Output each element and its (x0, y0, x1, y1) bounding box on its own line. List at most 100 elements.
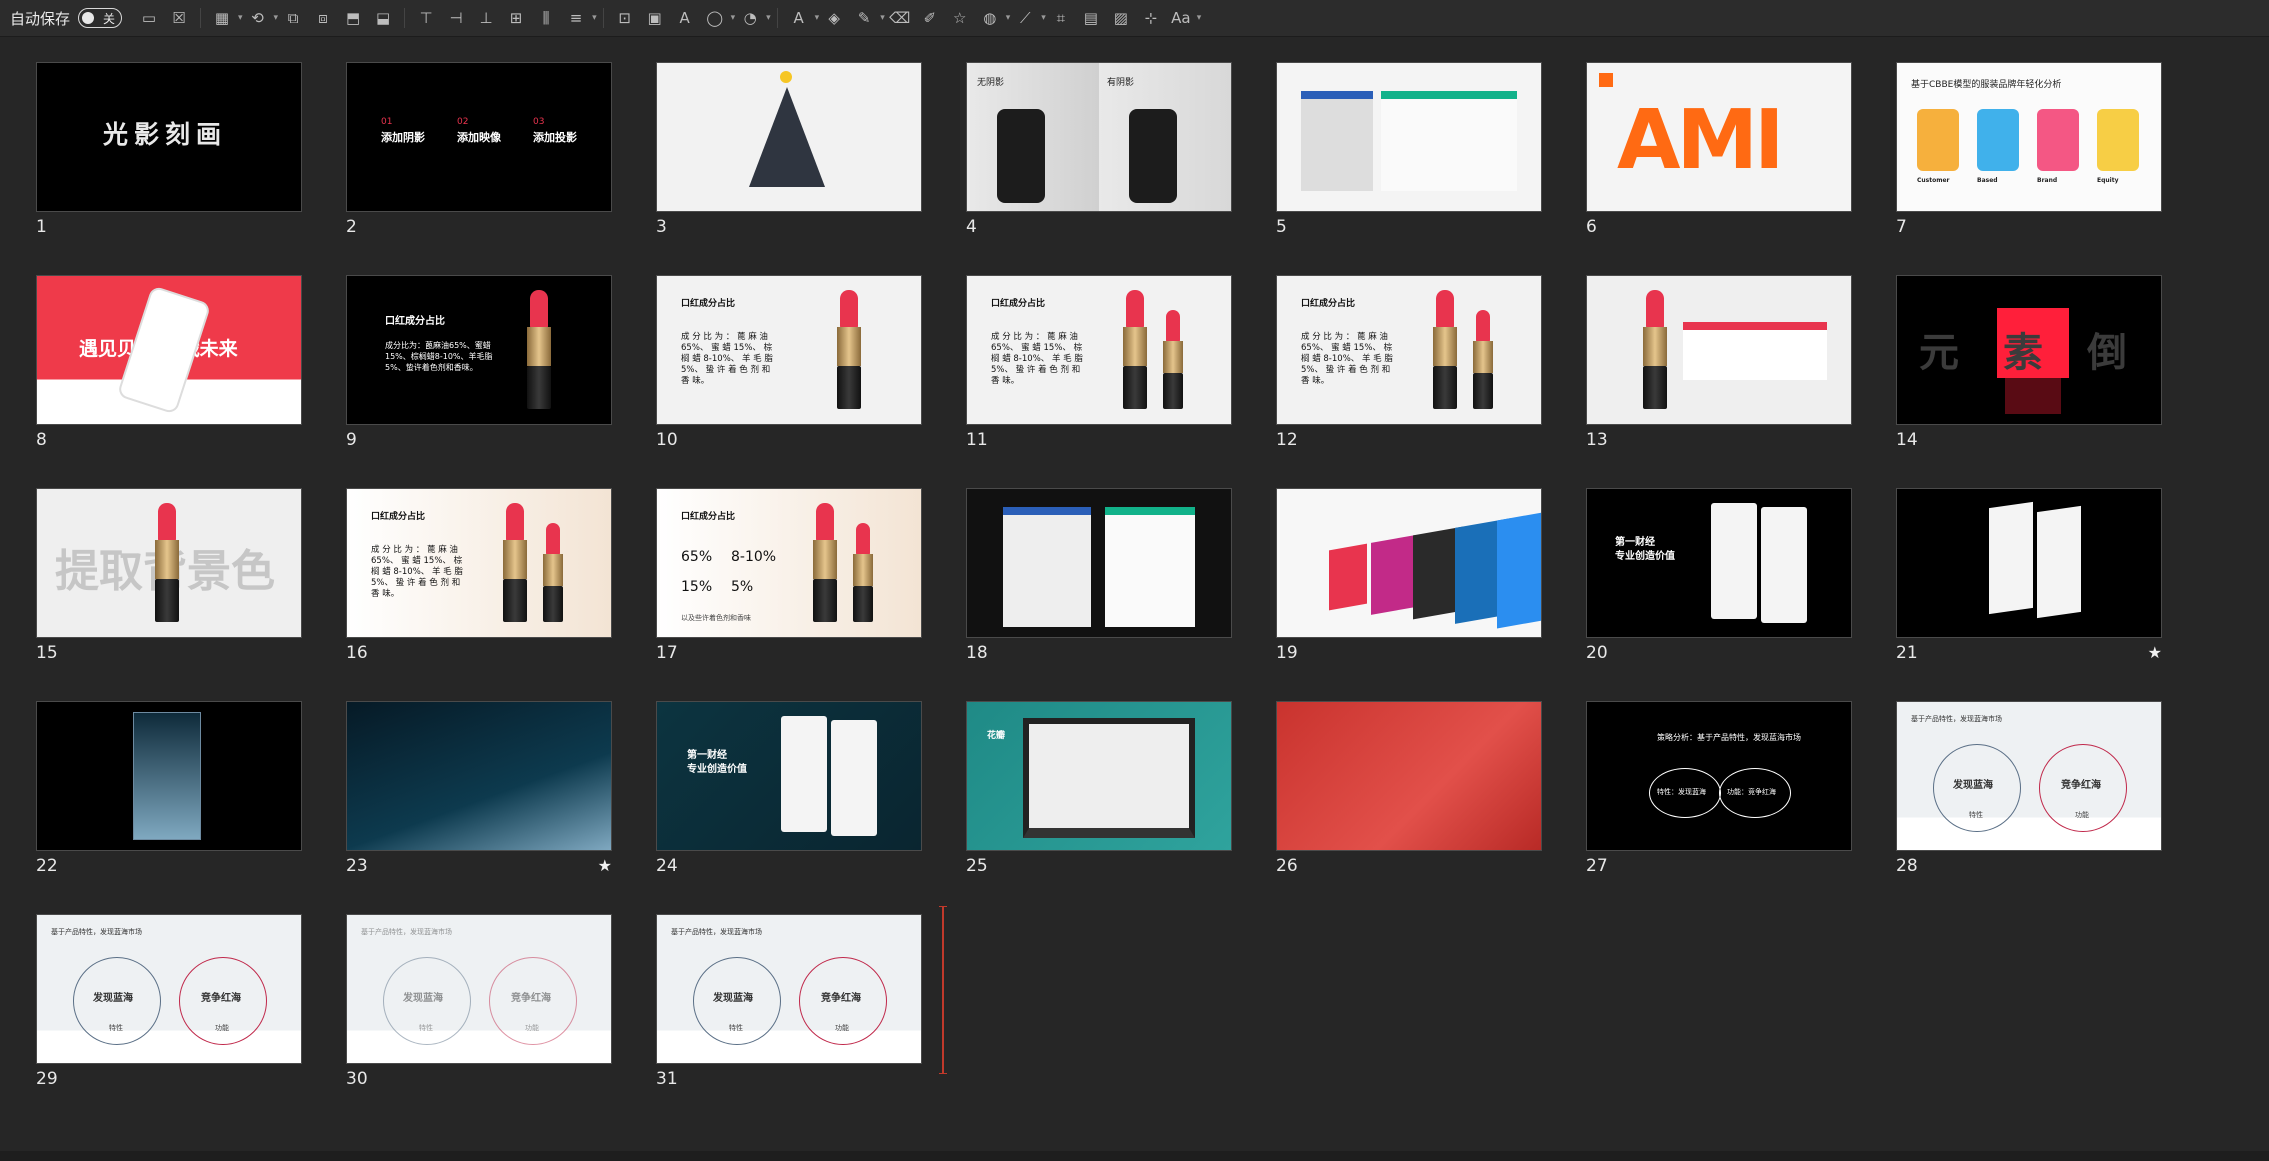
dropdown-caret-icon[interactable]: ▾ (1041, 13, 1046, 23)
slide-preview[interactable]: 第一财经 专业创造价值 (656, 701, 922, 851)
textbox-icon[interactable]: A (672, 4, 698, 32)
slide-preview[interactable]: 基于CBBE模型的服装品牌年轻化分析 Customer Based Brand Equi… (1896, 62, 2162, 212)
slide-preview[interactable]: 基于产品特性，发现蓝海市场 发现蓝海 竞争红海 特性 功能 (1896, 701, 2162, 851)
dropdown-caret-icon[interactable]: ▾ (880, 13, 885, 23)
selection-pane-icon[interactable]: ▨ (1108, 4, 1134, 32)
dropdown-caret-icon[interactable]: ▾ (815, 13, 820, 23)
slide-preview[interactable]: 第一财经 专业创造价值 (1586, 488, 1852, 638)
slide-preview[interactable]: 基于产品特性，发现蓝海市场 发现蓝海 竞争红海 特性 功能 (656, 914, 922, 1064)
align-bottom-icon[interactable]: ⊥ (473, 4, 499, 32)
slide-thumbnail-17[interactable]: 口红成分占比 65% 8-10% 15% 5% 以及些许着色剂和香味 17 (656, 488, 922, 663)
slide-preview[interactable]: 口红成分占比成 分 比 为 ： 蓖 麻 油 65%、 蜜 蜡 15%、 棕 榈 … (656, 275, 922, 425)
slide-preview[interactable]: 光影刻画 (36, 62, 302, 212)
crop-tool-icon[interactable]: ⌗ (1048, 4, 1074, 32)
dropdown-caret-icon[interactable]: ▾ (1197, 13, 1202, 23)
distribute-icon[interactable]: ⫼ (533, 4, 559, 32)
font-size-icon[interactable]: Aa (1168, 4, 1194, 32)
slide-thumbnail-11[interactable]: 口红成分占比成 分 比 为 ： 蓖 麻 油 65%、 蜜 蜡 15%、 棕 榈 … (966, 275, 1232, 450)
format-painter-icon[interactable]: ✐ (917, 4, 943, 32)
slide-preview[interactable]: 基于产品特性，发现蓝海市场 发现蓝海 竞争红海 特性 功能 (36, 914, 302, 1064)
layout-icon[interactable]: ▦ (209, 4, 235, 32)
slide-preview[interactable]: 花瓣 (966, 701, 1232, 851)
slide-preview[interactable]: 口红成分占比成 分 比 为 ： 蓖 麻 油 65%、 蜜 蜡 15%、 棕 榈 … (346, 488, 612, 638)
slide-thumbnail-31[interactable]: 基于产品特性，发现蓝海市场 发现蓝海 竞争红海 特性 功能 31 (656, 914, 922, 1089)
font-color-icon[interactable]: A (786, 4, 812, 32)
slide-thumbnail-24[interactable]: 第一财经 专业创造价值 24 (656, 701, 922, 876)
picture-icon[interactable]: ▣ (642, 4, 668, 32)
merge-shapes-icon[interactable]: ◍ (977, 4, 1003, 32)
slide-preview[interactable]: 口红成分占比成 分 比 为 ： 蓖 麻 油 65%、 蜜 蜡 15%、 棕 榈 … (966, 275, 1232, 425)
dropdown-caret-icon[interactable]: ▾ (731, 13, 736, 23)
slide-thumbnail-8[interactable]: 遇见贝合 赢战未来 8 (36, 275, 302, 450)
slide-thumbnail-30[interactable]: 基于产品特性，发现蓝海市场 发现蓝海 竞争红海 特性 功能 30 (346, 914, 612, 1089)
reset-icon[interactable]: ⟲ (245, 4, 271, 32)
slide-thumbnail-28[interactable]: 基于产品特性，发现蓝海市场 发现蓝海 竞争红海 特性 功能 28 (1896, 701, 2162, 876)
dropdown-caret-icon[interactable]: ▾ (274, 13, 279, 23)
slide-preview[interactable]: 口红成分占比成 分 比 为 ： 蓖 麻 油 65%、 蜜 蜡 15%、 棕 榈 … (1276, 275, 1542, 425)
send-backward-icon[interactable]: ⬓ (370, 4, 396, 32)
dropdown-caret-icon[interactable]: ▾ (1006, 13, 1011, 23)
slide-preview[interactable] (1276, 488, 1542, 638)
slide-preview[interactable] (346, 701, 612, 851)
slide-thumbnail-14[interactable]: 元素倒影 14 (1896, 275, 2162, 450)
slide-preview[interactable]: 无阴影 有阴影 (966, 62, 1232, 212)
slide-preview[interactable] (1586, 275, 1852, 425)
slide-preview[interactable]: 元素倒影 (1896, 275, 2162, 425)
slide-preview[interactable]: 策略分析：基于产品特性，发现蓝海市场 特性：发现蓝海 功能：竞争红海 (1586, 701, 1852, 851)
slide-preview[interactable] (1276, 62, 1542, 212)
slide-preview[interactable]: 口红成分占比 65% 8-10% 15% 5% 以及些许着色剂和香味 (656, 488, 922, 638)
slide-thumbnail-27[interactable]: 策略分析：基于产品特性，发现蓝海市场 特性：发现蓝海 功能：竞争红海 27 (1586, 701, 1852, 876)
slide-thumbnail-25[interactable]: 花瓣 25 (966, 701, 1232, 876)
shape-fill-icon[interactable]: ◔ (737, 4, 763, 32)
arrange-icon[interactable]: ⧉ (280, 4, 306, 32)
slide-thumbnail-7[interactable]: 基于CBBE模型的服装品牌年轻化分析 Customer Based Brand Equi… (1896, 62, 2162, 237)
slide-thumbnail-20[interactable]: 第一财经 专业创造价值 20 (1586, 488, 1852, 663)
ruler-icon[interactable]: ▤ (1078, 4, 1104, 32)
highlight-icon[interactable]: ◈ (821, 4, 847, 32)
line-icon[interactable]: ⟋ (1012, 4, 1038, 32)
star-icon[interactable]: ☆ (947, 4, 973, 32)
slide-preview[interactable]: 遇见贝合 赢战未来 (36, 275, 302, 425)
slide-preview[interactable] (966, 488, 1232, 638)
slide-thumbnail-3[interactable]: 3 (656, 62, 922, 237)
slide-preview[interactable]: 基于产品特性，发现蓝海市场 发现蓝海 竞争红海 特性 功能 (346, 914, 612, 1064)
shape-icon[interactable]: ◯ (702, 4, 728, 32)
slide-thumbnail-29[interactable]: 基于产品特性，发现蓝海市场 发现蓝海 竞争红海 特性 功能 29 (36, 914, 302, 1089)
size-icon[interactable]: ⊹ (1138, 4, 1164, 32)
slide-preview[interactable]: 口红成分占比 成分比为：蓖麻油65%、蜜蜡15%、棕榈蜡8-10%、羊毛脂5%、蛰… (346, 275, 612, 425)
slide-thumbnail-2[interactable]: 01 添加阴影 02 添加映像 03 添加投影 2 (346, 62, 612, 237)
slide-thumbnail-13[interactable]: 13 (1586, 275, 1852, 450)
slide-icon[interactable]: ▭ (136, 4, 162, 32)
align-center-icon[interactable]: ⊞ (503, 4, 529, 32)
slide-preview[interactable] (36, 701, 302, 851)
slide-thumbnail-6[interactable]: AMI 6 (1586, 62, 1852, 237)
slide-preview[interactable] (656, 62, 922, 212)
align-top-icon[interactable]: ⊤ (413, 4, 439, 32)
align-right-icon[interactable]: ⊣ (443, 4, 469, 32)
slide-thumbnail-1[interactable]: 光影刻画 1 (36, 62, 302, 237)
eraser-icon[interactable]: ⌫ (887, 4, 913, 32)
slide-thumbnail-12[interactable]: 口红成分占比成 分 比 为 ： 蓖 麻 油 65%、 蜜 蜡 15%、 棕 榈 … (1276, 275, 1542, 450)
group-icon[interactable]: ⧈ (310, 4, 336, 32)
slide-thumbnail-18[interactable]: 18 (966, 488, 1232, 663)
slide-preview[interactable] (1896, 488, 2162, 638)
pen-icon[interactable]: ✎ (851, 4, 877, 32)
slide-preview[interactable] (1276, 701, 1542, 851)
slide-thumbnail-23[interactable]: 23 ★ (346, 701, 612, 876)
slide-thumbnail-5[interactable]: 5 (1276, 62, 1542, 237)
slide-thumbnail-22[interactable]: 22 (36, 701, 302, 876)
slide-preview[interactable]: 提取背景色 (36, 488, 302, 638)
dropdown-caret-icon[interactable]: ▾ (592, 13, 597, 23)
slide-preview[interactable]: 01 添加阴影 02 添加映像 03 添加投影 (346, 62, 612, 212)
slide-thumbnail-4[interactable]: 无阴影 有阴影 4 (966, 62, 1232, 237)
slide-thumbnail-16[interactable]: 口红成分占比成 分 比 为 ： 蓖 麻 油 65%、 蜜 蜡 15%、 棕 榈 … (346, 488, 612, 663)
slide-thumbnail-15[interactable]: 提取背景色 15 (36, 488, 302, 663)
slide-thumbnail-21[interactable]: 21 ★ (1896, 488, 2162, 663)
align-middle-icon[interactable]: ≡ (563, 4, 589, 32)
dropdown-caret-icon[interactable]: ▾ (238, 13, 243, 23)
slide-thumbnail-26[interactable]: 26 (1276, 701, 1542, 876)
autosave-toggle[interactable]: 关 (78, 8, 123, 28)
crop-icon[interactable]: ⊡ (612, 4, 638, 32)
bring-forward-icon[interactable]: ⬒ (340, 4, 366, 32)
slide-thumbnail-9[interactable]: 口红成分占比 成分比为：蓖麻油65%、蜜蜡15%、棕榈蜡8-10%、羊毛脂5%、蛰… (346, 275, 612, 450)
